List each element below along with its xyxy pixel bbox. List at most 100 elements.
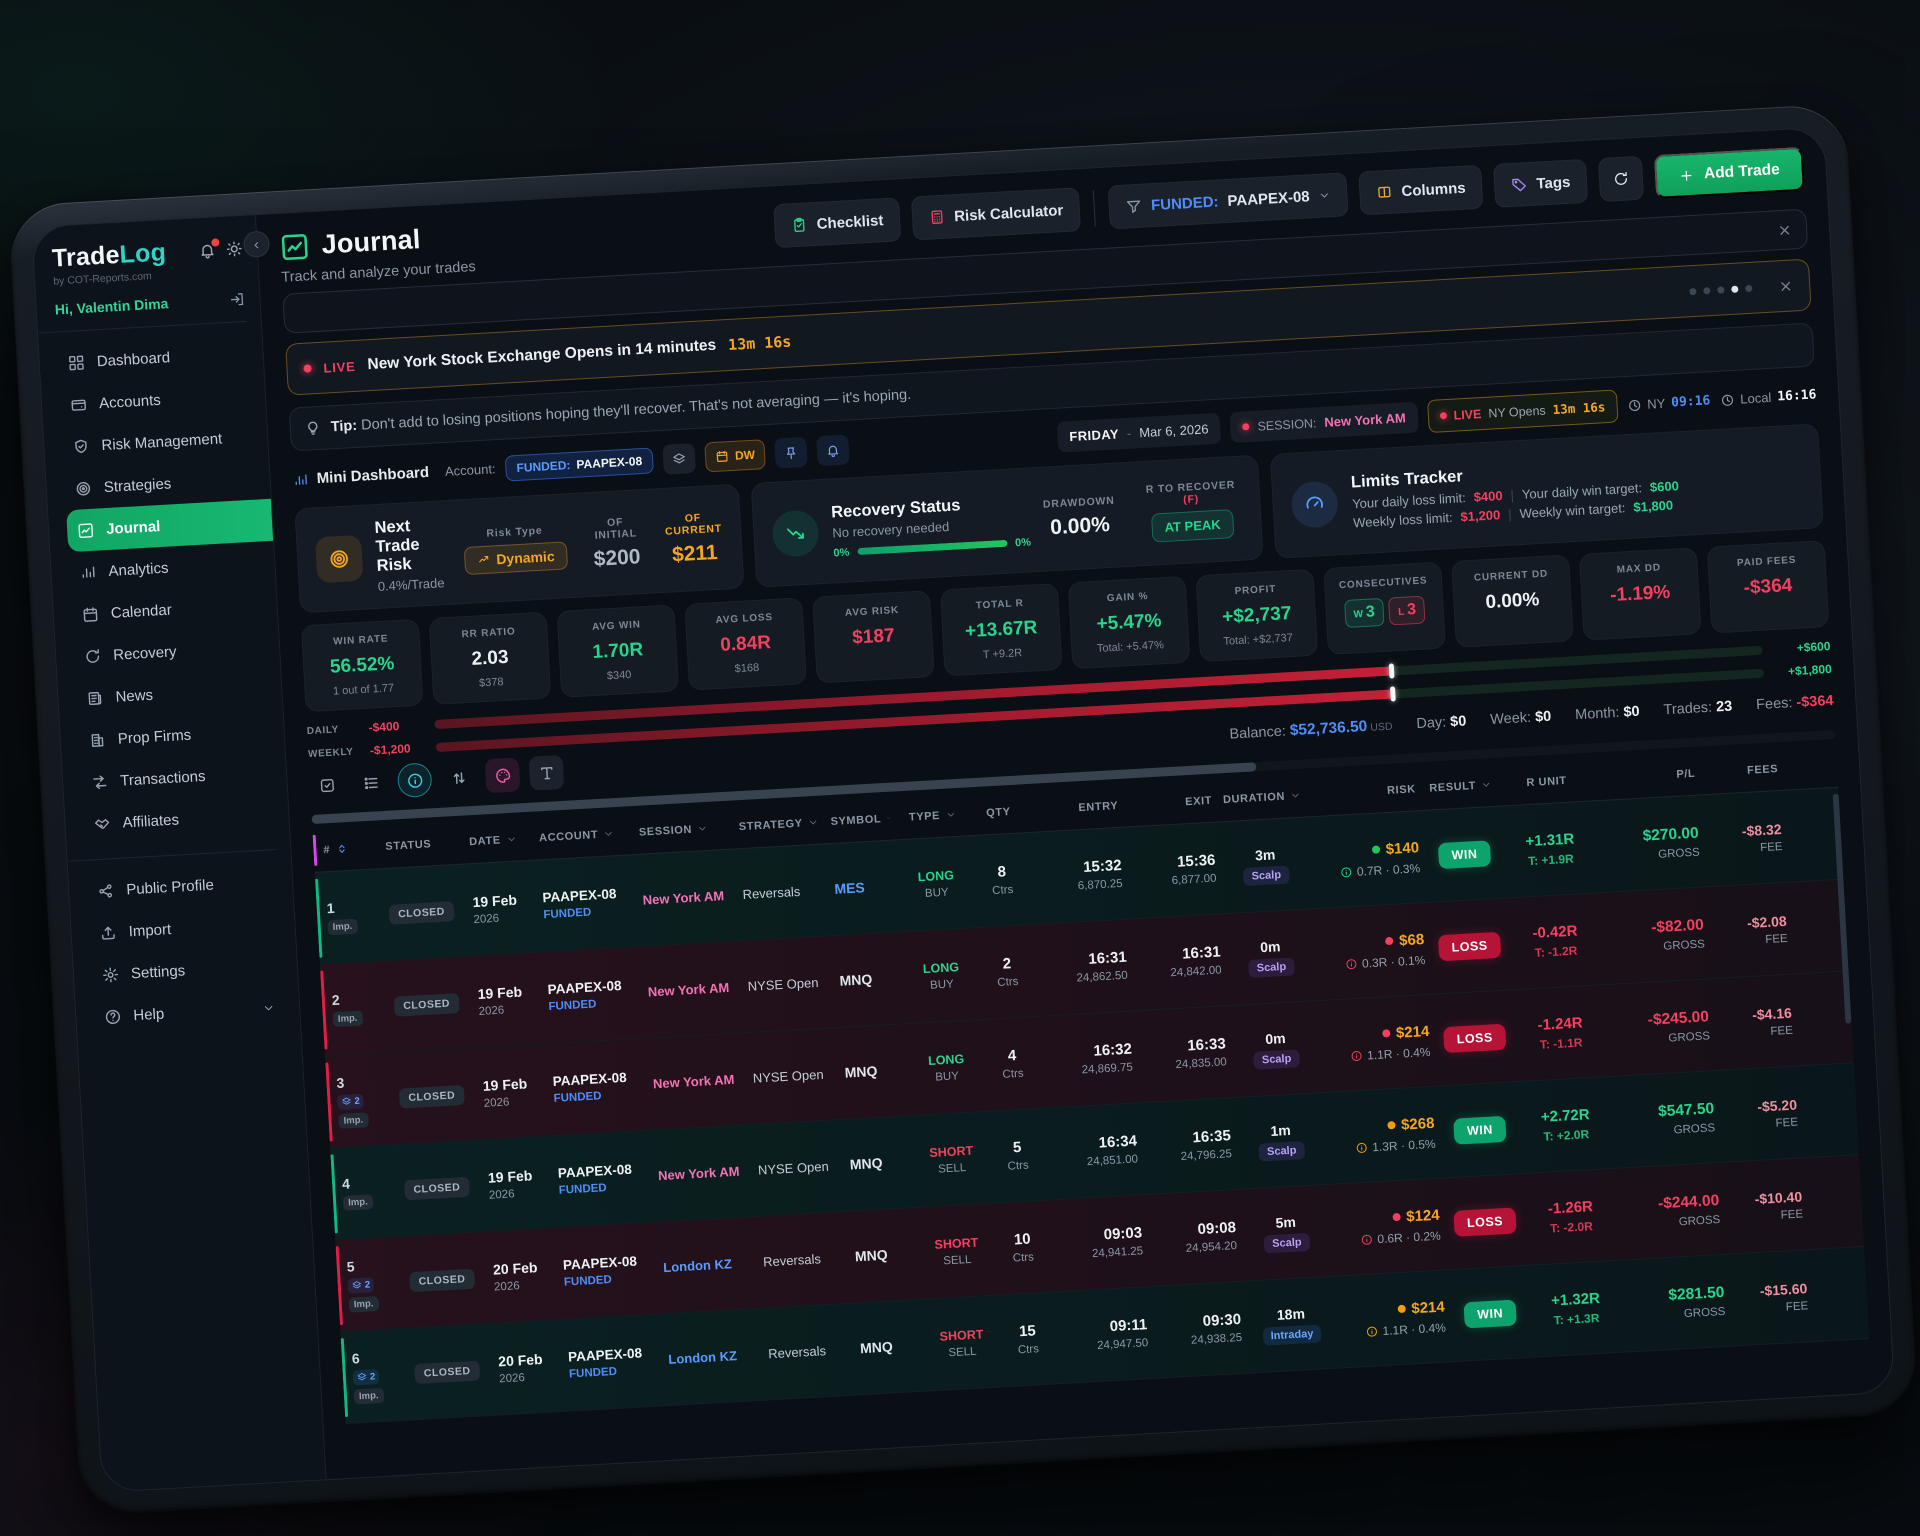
column-header-status: STATUS <box>385 836 462 852</box>
layers-toggle[interactable] <box>662 443 696 475</box>
mini-dashboard-title: Mini Dashboard <box>316 464 429 487</box>
column-header-strategy[interactable]: STRATEGY <box>738 816 823 833</box>
entry-time: 16:34 <box>1049 1132 1138 1154</box>
gross-pl: $281.50 <box>1624 1283 1725 1307</box>
trades-table: # STATUS DATE ACCOUNT SESSION STRATEGY S… <box>312 744 1872 1478</box>
duration-tag: Scalp <box>1248 957 1294 978</box>
banner-dot[interactable] <box>1745 284 1752 291</box>
info-icon[interactable] <box>1350 1049 1363 1062</box>
stat-card-avg-win: AVG WIN1.70R$340 <box>556 604 679 697</box>
chevron-down-icon <box>1290 790 1302 802</box>
column-header-duration[interactable]: DURATION <box>1220 789 1305 806</box>
panel-title: Next Trade Risk <box>374 515 451 576</box>
notifications-bell-icon[interactable] <box>198 241 216 259</box>
exit-time: 16:35 <box>1144 1127 1231 1149</box>
logout-icon[interactable] <box>229 291 246 308</box>
sort-updown-icon[interactable] <box>335 842 349 856</box>
stat-sub: $340 <box>569 667 670 685</box>
refresh-button[interactable] <box>1598 156 1644 202</box>
column-header-result[interactable]: RESULT <box>1423 778 1498 794</box>
toolbar-palette-button[interactable] <box>485 757 521 793</box>
duration-tag: Scalp <box>1264 1232 1310 1253</box>
duration-tag: Intraday <box>1262 1324 1322 1345</box>
symbol[interactable]: MNQ <box>844 1062 878 1080</box>
column-header-date[interactable]: DATE <box>469 832 532 847</box>
sidebar-item-label: Strategies <box>103 475 171 496</box>
stat-value: -$364 <box>1717 574 1818 602</box>
account-filter-dropdown[interactable]: FUNDED:PAAPEX-08 <box>1108 172 1349 229</box>
column-header-type[interactable]: TYPE <box>898 808 967 824</box>
sidebar-item-label: Help <box>133 1005 165 1024</box>
close-icon[interactable] <box>1777 222 1793 238</box>
info-icon[interactable] <box>1360 1233 1373 1246</box>
column-header-account[interactable]: ACCOUNT <box>539 827 632 844</box>
exit-time: 09:08 <box>1150 1219 1237 1241</box>
account-funded-badge[interactable]: FUNDED:PAAPEX-08 <box>505 447 654 481</box>
week-pl: $0 <box>1535 709 1552 726</box>
columns-button[interactable]: Columns <box>1358 165 1483 216</box>
r-unit: +1.32R <box>1534 1289 1617 1311</box>
chevron-down-icon <box>945 809 957 821</box>
result-badge: WIN <box>1464 1299 1517 1328</box>
live-dot <box>303 364 311 372</box>
stat-sub: $168 <box>697 660 798 678</box>
info-icon[interactable] <box>1355 1141 1368 1154</box>
toolbar-info-button[interactable] <box>397 762 433 798</box>
trade-date: 20 Feb <box>498 1349 561 1368</box>
risk-type-pill[interactable]: Dynamic <box>464 541 569 575</box>
stat-card-avg-risk: AVG RISK$187 <box>812 590 935 683</box>
entry-time: 09:11 <box>1059 1316 1148 1338</box>
info-icon[interactable] <box>1345 957 1358 970</box>
net-pl: $261.6 <box>1789 813 1872 837</box>
at-peak-badge: AT PEAK <box>1151 509 1235 543</box>
banner-dot[interactable] <box>1717 286 1724 293</box>
upload-icon <box>99 924 117 942</box>
of-current-value: $211 <box>666 540 724 567</box>
banner-dot[interactable] <box>1731 285 1738 292</box>
symbol[interactable]: MNQ <box>839 970 873 988</box>
toolbar-textT-button[interactable] <box>529 755 565 791</box>
recovery-progress <box>857 540 1007 555</box>
alerts-toggle[interactable] <box>816 434 850 466</box>
columns-icon <box>1376 184 1393 201</box>
stat-value: 2.03 <box>439 645 540 673</box>
banner-dot[interactable] <box>1689 287 1696 294</box>
strategy-name: Reversals <box>763 1251 822 1269</box>
stat-card-consecutives: CONSECUTIVESW3 L3 <box>1323 562 1446 655</box>
risk-calculator-button[interactable]: Risk Calculator <box>911 187 1081 240</box>
strategy-name: NYSE Open <box>752 1066 824 1085</box>
tags-button[interactable]: Tags <box>1493 159 1588 208</box>
symbol[interactable]: MES <box>834 879 865 897</box>
sidebar-item-label: Recovery <box>113 643 177 664</box>
toolbar-checkbox-button[interactable] <box>309 767 345 803</box>
close-icon[interactable] <box>1778 278 1794 294</box>
toolbar-sort-button[interactable] <box>441 760 477 796</box>
risk-amount: $214 <box>1325 1022 1430 1045</box>
checklist-button[interactable]: Checklist <box>774 197 902 248</box>
drawdown-value: 0.00% <box>1044 512 1117 540</box>
row-number: 2 <box>331 992 340 1008</box>
entry-time: 16:32 <box>1043 1041 1132 1063</box>
toolbar-list-button[interactable] <box>353 765 389 801</box>
row-number: 4 <box>342 1175 351 1191</box>
info-icon[interactable] <box>1365 1325 1378 1338</box>
risk-amount: $68 <box>1320 931 1425 954</box>
sidebar-item-label: Journal <box>106 518 161 538</box>
symbol[interactable]: MNQ <box>849 1154 883 1172</box>
pin-toggle[interactable] <box>774 436 808 468</box>
symbol[interactable]: MNQ <box>854 1246 888 1264</box>
sidebar-item-label: Risk Management <box>101 430 223 454</box>
dw-calendar-toggle[interactable]: DW <box>704 439 766 472</box>
symbol[interactable]: MNQ <box>860 1338 894 1356</box>
banner-dot[interactable] <box>1703 287 1710 294</box>
column-header-session[interactable]: SESSION <box>639 821 732 838</box>
info-icon[interactable] <box>1340 866 1353 879</box>
add-trade-button[interactable]: Add Trade <box>1654 147 1805 199</box>
trade-side: LONG <box>907 959 976 977</box>
session-name: New York AM <box>653 1071 735 1091</box>
theme-toggle-sun-icon[interactable] <box>225 240 243 258</box>
column-header-symbol[interactable]: SYMBOL <box>830 812 891 827</box>
stat-value: +$2,737 <box>1206 602 1307 630</box>
banner-pagination-dots[interactable] <box>1689 284 1752 295</box>
entry-time: 09:03 <box>1054 1224 1143 1246</box>
